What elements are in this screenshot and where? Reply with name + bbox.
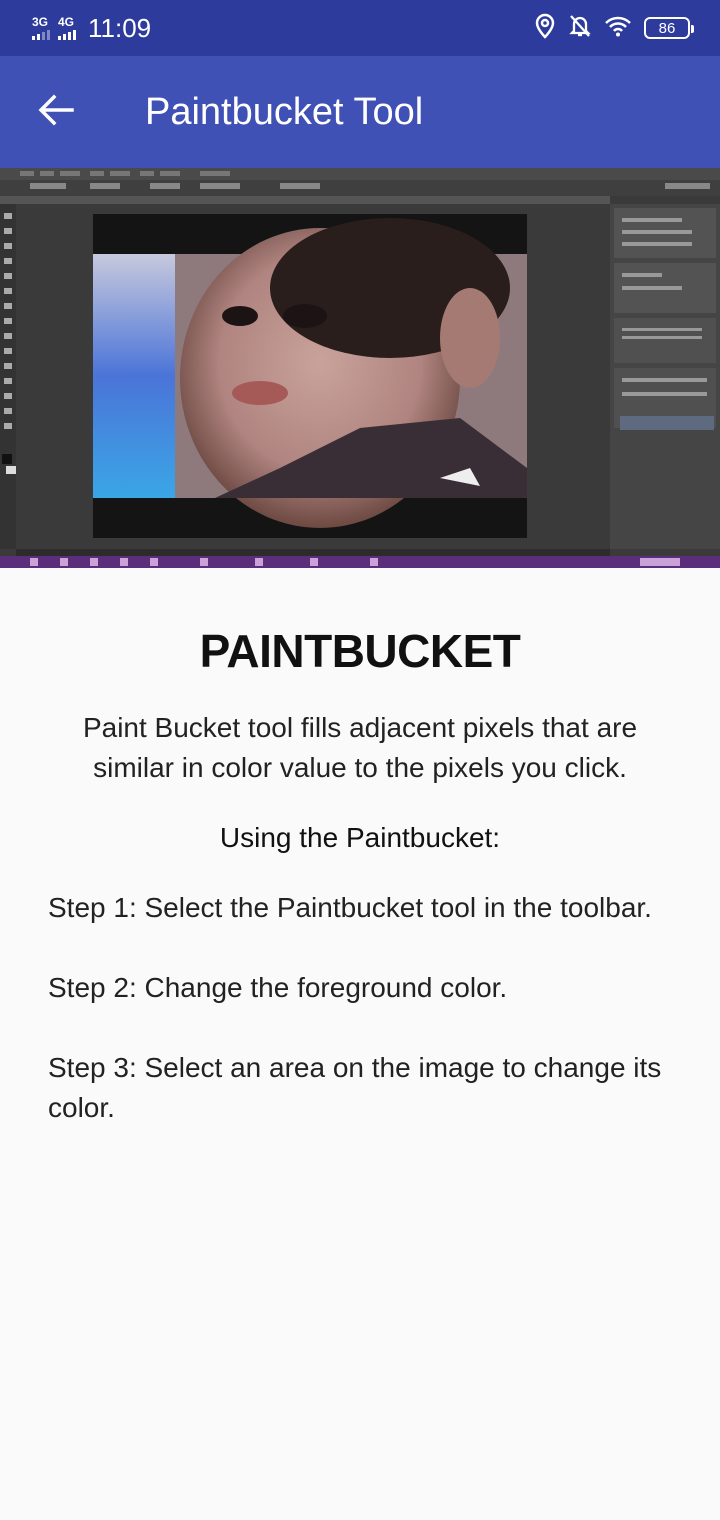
back-button[interactable] xyxy=(0,56,112,168)
battery-icon: 86 xyxy=(644,17,694,39)
step-2: Step 2: Change the foreground color. xyxy=(48,972,508,1003)
network-type-label: 3G xyxy=(32,15,49,29)
network-type-label: 4G xyxy=(58,15,75,29)
location-icon xyxy=(534,13,556,44)
content: PAINTBUCKET Paint Bucket tool fills adja… xyxy=(0,568,720,1128)
tool-description: Paint Bucket tool fills adjacent pixels … xyxy=(82,712,638,783)
signal-4g: 4G xyxy=(58,16,76,40)
notifications-off-icon xyxy=(568,13,592,44)
status-right: 86 xyxy=(534,13,694,44)
tutorial-image xyxy=(0,168,720,568)
arrow-left-icon xyxy=(38,94,74,131)
page-title: Paintbucket Tool xyxy=(145,90,424,133)
signal-bars-icon xyxy=(32,30,50,40)
step-1: Step 1: Select the Paintbucket tool in t… xyxy=(48,892,652,923)
wifi-icon xyxy=(604,15,632,42)
step-3: Step 3: Select an area on the image to c… xyxy=(48,1052,662,1123)
steps-heading: Using the Paintbucket: xyxy=(219,822,501,853)
signal-bars-icon xyxy=(58,30,76,40)
photoshop-screenshot-image xyxy=(0,168,720,568)
app-bar: Paintbucket Tool xyxy=(0,56,720,168)
status-left: 3G 4G 11:09 xyxy=(32,13,151,44)
status-bar: 3G 4G 11:09 86 xyxy=(0,0,720,56)
clock: 11:09 xyxy=(88,12,152,43)
signal-3g: 3G xyxy=(32,16,50,40)
section-heading: PAINTBUCKET xyxy=(199,625,521,677)
